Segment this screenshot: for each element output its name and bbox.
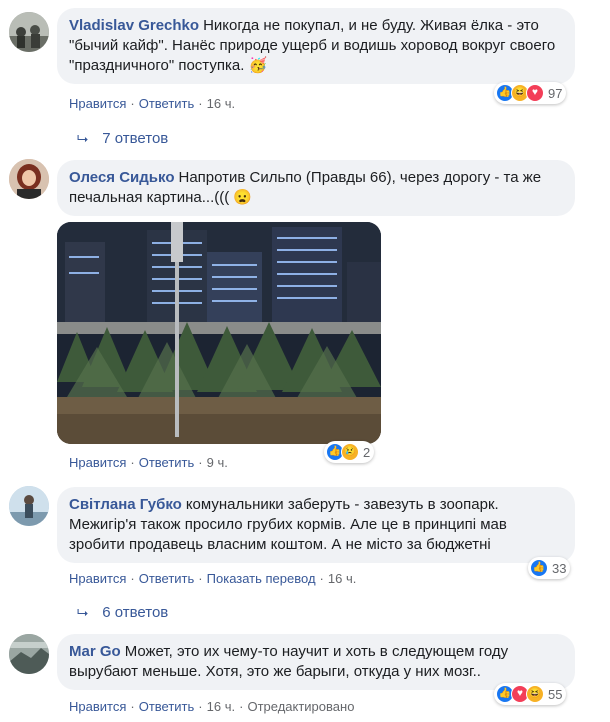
comment-actions: Нравится · Ответить · Показать перевод · 16 ч. bbox=[69, 571, 356, 586]
replies-count: 6 ответов bbox=[102, 604, 169, 621]
comment-photo[interactable] bbox=[57, 222, 381, 444]
haha-icon: 😆 bbox=[526, 685, 544, 703]
avatar[interactable] bbox=[9, 634, 49, 674]
comment-time[interactable]: 16 ч. bbox=[207, 699, 235, 714]
comment-time[interactable]: 9 ч. bbox=[207, 455, 228, 470]
separator: · bbox=[198, 699, 203, 714]
reaction-count: 33 bbox=[552, 560, 567, 576]
sad-icon: 😢 bbox=[341, 443, 359, 461]
reaction-count: 55 bbox=[548, 686, 563, 702]
avatar[interactable] bbox=[9, 12, 49, 52]
like-link[interactable]: Нравится bbox=[69, 455, 126, 470]
separator: · bbox=[198, 455, 203, 470]
party-emoji: 🥳 bbox=[248, 57, 268, 74]
separator: · bbox=[239, 699, 244, 714]
comment-actions: Нравится · Ответить · 16 ч. · Отредактировано bbox=[69, 699, 354, 714]
comment-bubble: Світлана Губко комунальники заберуть - за… bbox=[57, 487, 575, 563]
avatar-photo bbox=[9, 12, 49, 52]
reply-arrow-icon: ⮡ bbox=[77, 604, 89, 620]
reactions-summary[interactable]: 👍 33 bbox=[528, 557, 571, 579]
reply-link[interactable]: Ответить bbox=[139, 699, 195, 714]
separator: · bbox=[319, 571, 324, 586]
reaction-count: 97 bbox=[548, 85, 563, 101]
view-replies-link[interactable]: ⮡ 6 ответов bbox=[77, 604, 168, 621]
comment-author[interactable]: Mar Go bbox=[69, 643, 121, 660]
comment-bubble: Vladislav Grechko Никогда не покупал, и н… bbox=[57, 8, 575, 84]
reply-link[interactable]: Ответить bbox=[139, 455, 195, 470]
comment-time[interactable]: 16 ч. bbox=[207, 96, 235, 111]
avatar-photo bbox=[9, 486, 49, 526]
comment-author[interactable]: Світлана Губко bbox=[69, 496, 182, 513]
avatar-photo bbox=[9, 634, 49, 674]
comment-actions: Нравится · Ответить · 9 ч. bbox=[69, 455, 228, 470]
separator: · bbox=[130, 96, 135, 111]
comment-author[interactable]: Олеся Сидько bbox=[69, 169, 174, 186]
like-link[interactable]: Нравится bbox=[69, 96, 126, 111]
like-icon: 👍 bbox=[530, 559, 548, 577]
reactions-summary[interactable]: 👍 ♥ 😆 55 bbox=[494, 683, 567, 705]
separator: · bbox=[130, 455, 135, 470]
view-replies-link[interactable]: ⮡ 7 ответов bbox=[77, 130, 168, 147]
separator: · bbox=[198, 571, 203, 586]
separator: · bbox=[130, 699, 135, 714]
edited-label: Отредактировано bbox=[247, 699, 355, 714]
comment-bubble: Mar Go Может, это их чему-то научит и хот… bbox=[57, 634, 575, 690]
love-icon: ♥ bbox=[526, 84, 544, 102]
replies-count: 7 ответов bbox=[102, 130, 169, 147]
comment-text: Может, это их чему-то научит и хоть в сл… bbox=[69, 643, 513, 680]
reply-arrow-icon: ⮡ bbox=[77, 130, 89, 146]
reactions-summary[interactable]: 👍 😆 ♥ 97 bbox=[494, 82, 567, 104]
translate-link[interactable]: Показать перевод bbox=[207, 571, 316, 586]
reply-link[interactable]: Ответить bbox=[139, 96, 195, 111]
separator: · bbox=[130, 571, 135, 586]
reaction-count: 2 bbox=[363, 444, 371, 460]
avatar[interactable] bbox=[9, 159, 49, 199]
avatar-photo bbox=[9, 159, 49, 199]
reply-link[interactable]: Ответить bbox=[139, 571, 195, 586]
comment-author[interactable]: Vladislav Grechko bbox=[69, 17, 199, 34]
comment-actions: Нравится · Ответить · 16 ч. bbox=[69, 96, 235, 111]
reactions-summary[interactable]: 👍 😢 2 bbox=[324, 441, 375, 463]
comment-time[interactable]: 16 ч. bbox=[328, 571, 356, 586]
comment-bubble: Олеся Сидько Напротив Сильпо (Правды 66),… bbox=[57, 160, 575, 216]
like-link[interactable]: Нравится bbox=[69, 699, 126, 714]
night-christmas-trees-photo bbox=[57, 222, 381, 444]
avatar[interactable] bbox=[9, 486, 49, 526]
sad-emoji: 😦 bbox=[233, 189, 253, 206]
separator: · bbox=[198, 96, 203, 111]
like-link[interactable]: Нравится bbox=[69, 571, 126, 586]
